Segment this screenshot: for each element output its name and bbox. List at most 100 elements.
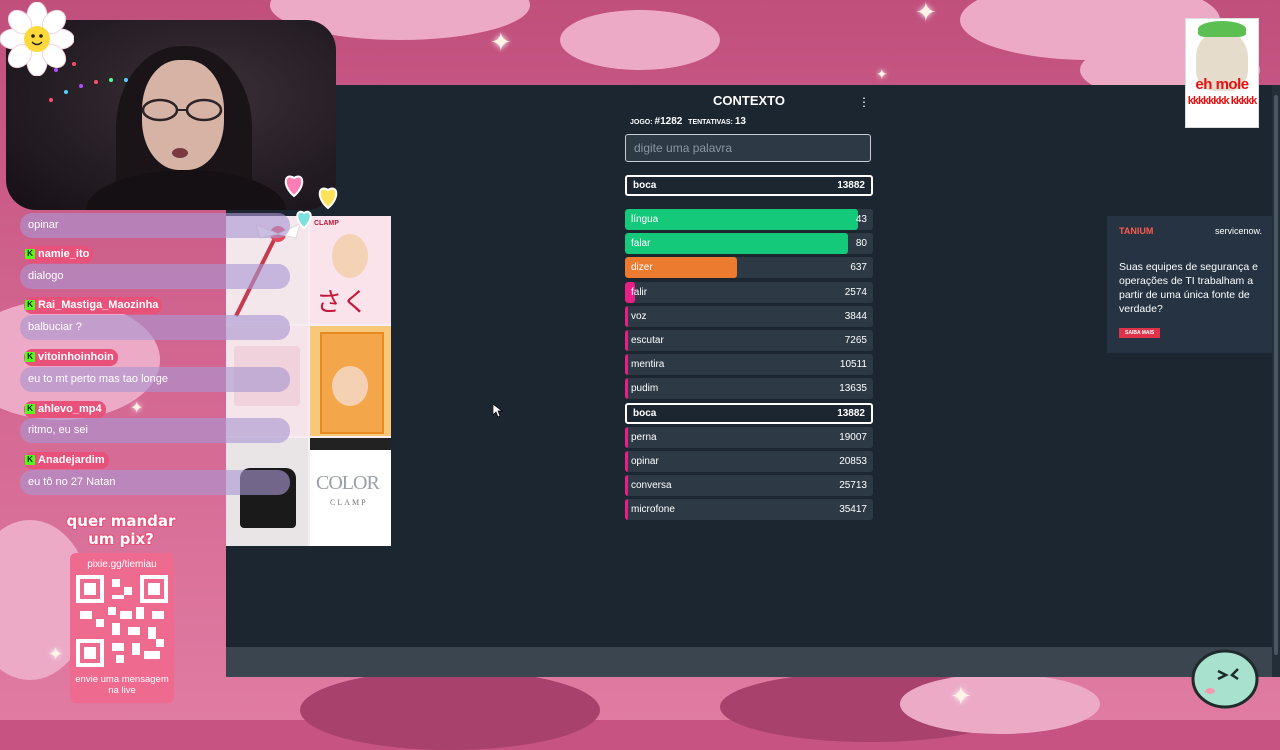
guess-score: 637 [850,262,867,274]
game-bottom-bar [226,647,1272,677]
pix-title: quer mandar um pix? [66,512,176,548]
servicenow-logo: servicenow. [1214,226,1262,236]
guess-score: 2574 [844,286,867,298]
guess-word: opinar [631,456,659,467]
chat-message: balbuciar ? [20,315,290,340]
guess-word: pudim [631,383,659,395]
guess-word: língua [631,214,659,225]
advertisement[interactable]: TANIUM servicenow. Suas equipes de segur… [1107,216,1272,353]
chat-username[interactable]: K Rai_Mastiga_Maozinha [24,297,163,314]
chat-message: eu tô no 27 Natan [20,470,290,495]
guess-closeness-bar [625,499,628,521]
cloud [300,670,600,750]
game-info: JOGO: #1282 TENTATIVAS: 13 [630,116,746,127]
current-guess-word: boca [633,180,657,191]
guess-score: 43 [855,214,867,225]
meme-caption-1: eh mole [1195,76,1249,93]
guess-closeness-bar [625,426,628,448]
guess-row: língua 43 [625,209,873,230]
character-face [332,366,368,406]
guess-row: pudim 13635 [625,378,873,400]
chat-username-text: Rai_Mastiga_Maozinha [38,299,159,311]
kick-badge-icon: K [25,300,35,310]
guess-word: falar [631,238,651,250]
chat-username-text: Anadejardim [38,454,105,466]
guess-word: microfone [631,504,675,516]
chat-username-text: vitoinhoinhoin [38,351,114,363]
guess-score: 80 [855,238,867,250]
sparkle-icon: ✦ [915,0,937,28]
artbook-cover-image [310,326,391,436]
guess-closeness-bar [625,451,628,472]
guess-row: dizer 637 [625,257,873,279]
guess-row: mentira 10511 [625,354,873,376]
guess-row: escutar 7265 [625,330,873,351]
guess-closeness-bar [625,330,628,351]
guess-input[interactable] [625,134,871,162]
ad-cta-button[interactable]: SAIBA MAIS [1119,328,1161,338]
guess-score: 19007 [839,431,867,443]
game-title: CONTEXTO [713,93,785,108]
guess-word: mentira [631,359,665,371]
chat-username[interactable]: Knamie_ito [24,246,94,263]
sparkle-icon: ✦ [130,398,144,417]
qr-code-icon [76,575,168,667]
guess-row: perna 19007 [625,426,873,448]
chat-message: eu to mt perto mas tao longe [20,367,290,392]
meme-image: eh mole kkkkkkkk kkkkk [1185,18,1259,128]
guess-word: perna [631,431,657,443]
guess-row: boca 13882 [625,402,873,424]
guess-word: voz [631,310,647,322]
guess-word: conversa [631,480,672,492]
meme-caption-2: kkkkkkkk kkkkk [1187,95,1258,107]
color-clamp-image: COLOR CLAMP [310,438,391,546]
game-number: #1282 [654,116,683,127]
sparkle-icon: ✦ [950,682,972,712]
guess-closeness-bar [625,305,628,327]
cardcaptor-cover-image: CLAMP さくら [310,216,391,324]
guess-row: microfone 35417 [625,499,873,521]
ad-text: Suas equipes de segurança e operações de… [1119,261,1258,315]
guess-closeness-bar [625,209,859,230]
guess-word: falir [631,286,648,298]
guess-closeness-bar [625,475,628,497]
mouse-cursor-icon [493,404,503,418]
book-spine [310,438,391,450]
guess-row: falar 80 [625,233,873,255]
guess-score: 35417 [839,504,867,516]
chat-message: dialogo [20,264,290,289]
scrollbar-thumb[interactable] [1274,95,1278,655]
cover-title: さくら [316,288,369,318]
guess-word: escutar [631,335,664,346]
guess-score: 3844 [844,310,867,322]
chat-username[interactable]: K Anadejardim [24,452,109,469]
pix-note: envie uma mensagem na live [75,674,169,696]
attempts-count: 13 [734,116,746,127]
guess-score: 10511 [839,359,867,371]
guess-closeness-bar [625,233,849,255]
chat-username[interactable]: Kvitoinhoinhoin [24,349,118,366]
chat-username-text: ahlevo_mp4 [38,403,102,415]
guess-score: 20853 [839,456,867,467]
pix-url[interactable]: pixie.gg/tiemiau [70,559,174,570]
guess-row: falir 2574 [625,281,873,303]
chat-username-text: namie_ito [38,248,90,260]
streamer-mouth [172,148,188,158]
kebab-menu-icon[interactable]: ⋮ [858,94,870,110]
cloud [560,10,720,70]
sparkle-icon: ✦ [490,28,512,58]
tanium-logo: TANIUM [1119,226,1154,236]
guess-word: dizer [631,262,653,274]
chat-username[interactable]: Kahlevo_mp4 [24,401,106,418]
guess-row: conversa 25713 [625,475,873,497]
current-guess-score: 13882 [837,180,865,191]
guess-score: 7265 [844,335,867,346]
guess-row: voz 3844 [625,305,873,327]
kick-badge-icon: K [25,404,35,414]
kick-badge-icon: K [25,249,35,259]
guess-score: 13882 [837,407,865,419]
flower-sticker-icon [0,2,74,76]
frog-hat [1198,21,1246,37]
kick-badge-icon: K [25,455,35,465]
guess-word: boca [633,407,657,419]
